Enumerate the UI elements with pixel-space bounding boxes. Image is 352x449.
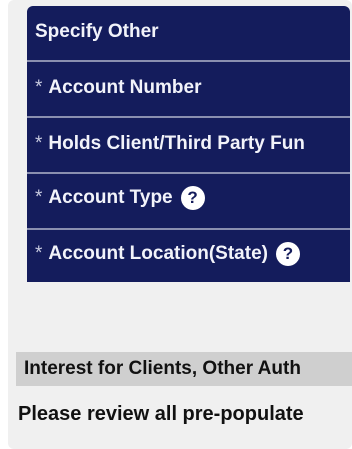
label-account-number: * Account Number: [27, 76, 350, 100]
required-asterisk: *: [35, 187, 43, 209]
label-text-account-number: Account Number: [48, 77, 202, 98]
row-divider: [27, 172, 350, 174]
required-asterisk: *: [35, 77, 43, 98]
label-text-account-location: Account Location(State): [48, 243, 268, 265]
section-header: Interest for Clients, Other Auth: [16, 352, 352, 386]
label-text-holds-client-funds: Holds Client/Third Party Fun: [48, 133, 305, 154]
help-icon[interactable]: ?: [275, 242, 300, 266]
row-divider: [27, 60, 350, 62]
label-account-location: * Account Location(State)?: [27, 242, 350, 266]
label-text-account-type: Account Type: [48, 187, 173, 209]
label-account-type: * Account Type?: [27, 186, 350, 210]
form-card: Specify Other * Account Number * Holds Cli…: [8, 0, 352, 449]
label-text-specify-other: Specify Other: [35, 21, 159, 42]
label-holds-client-funds: * Holds Client/Third Party Fun: [27, 132, 350, 156]
required-asterisk: *: [35, 133, 43, 154]
required-asterisk: *: [35, 243, 43, 265]
label-specify-other: Specify Other: [27, 20, 350, 44]
form-page: Specify Other * Account Number * Holds Cli…: [0, 0, 352, 449]
row-divider: [27, 116, 350, 118]
row-divider: [27, 228, 350, 230]
help-icon[interactable]: ?: [180, 186, 205, 210]
field-label-panel: Specify Other * Account Number * Holds Cli…: [27, 6, 350, 282]
review-notice: Please review all pre-populate: [18, 403, 304, 425]
